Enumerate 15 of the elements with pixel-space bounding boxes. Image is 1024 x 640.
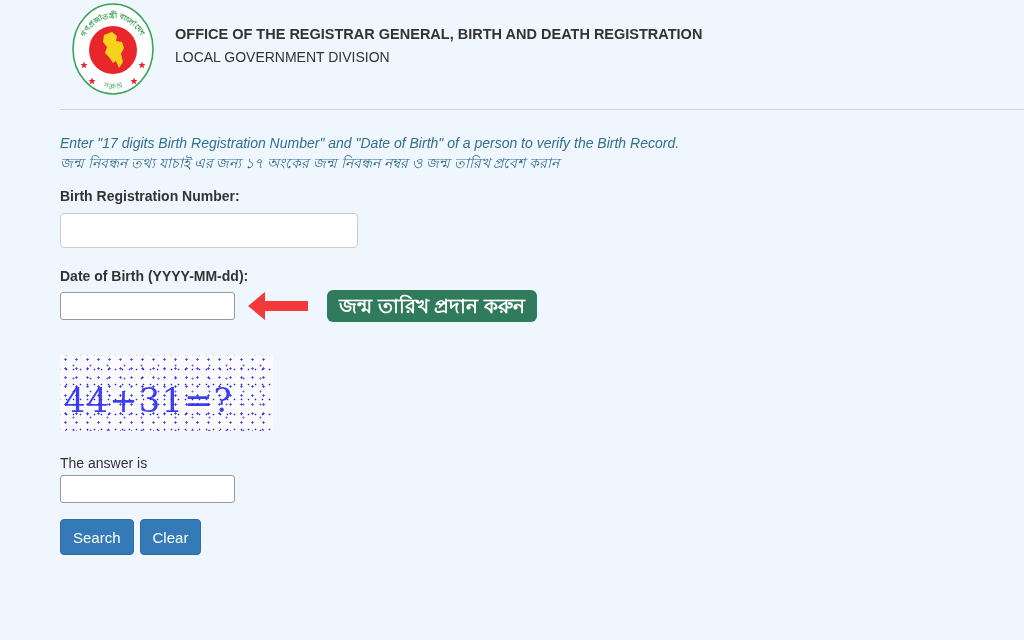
instruction-text: জন্ম নিবন্ধন তথ্য যাচাই এর জন্য ১৭ অংকের জন্ম নিবন্ধন নম্বর ও জন্ম তারিখ প্রবেশ করান [60,154,563,173]
instruction-text: Enter "17 digits Birth Registration Number" and "Date of Birth" of a person to verify the Birth Record. [60,134,681,153]
answer-input[interactable] [60,475,235,503]
division-subtitle: LOCAL GOVERNMENT DIVISION [175,49,391,66]
registration-number-input[interactable] [60,213,358,248]
date-of-birth-input[interactable] [60,292,235,320]
field-label: The answer is [60,455,149,472]
field-label: Birth Registration Number: [60,188,241,205]
clear-button[interactable]: Clear [139,519,202,555]
captcha-text: 44+31=? [64,379,233,420]
field-label: Date of Birth (YYYY-MM-dd): [60,268,250,285]
office-title: OFFICE OF THE REGISTRAR GENERAL, BIRTH AND DEATH REGISTRATION [175,26,703,43]
search-button[interactable]: Search [60,519,134,555]
annotation-badge: জন্ম তারিখ প্রদান করুন [327,290,537,322]
left-arrow-icon [248,292,308,320]
